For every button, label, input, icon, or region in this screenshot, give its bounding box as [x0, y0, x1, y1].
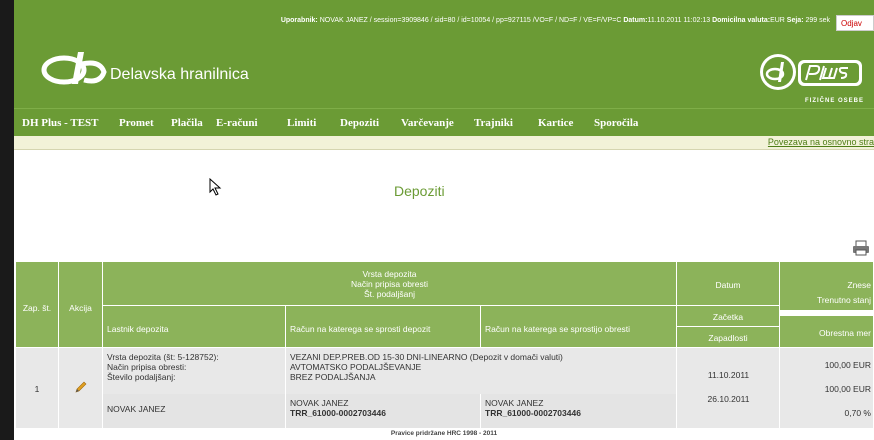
- edit-pencil-icon[interactable]: [74, 380, 88, 394]
- row-values: VEZANI DEP.PREB.OD 15-30 DNI-LINEARNO (D…: [286, 348, 677, 394]
- label-stevilo: Število podaljšanj:: [107, 372, 176, 382]
- col-header-akcija: Akcija: [59, 262, 103, 348]
- nav-item-sporocila[interactable]: Sporočila: [594, 117, 638, 129]
- nav-item-trajniki[interactable]: Trajniki: [474, 117, 513, 129]
- znesek-value: 100,00 EUR: [824, 360, 871, 370]
- label-nacin: Način pripisa obresti:: [107, 362, 187, 372]
- value-vrsta: VEZANI DEP.PREB.OD 15-30 DNI-LINEARNO (D…: [290, 352, 563, 362]
- bank-name: Delavska hranilnica: [110, 66, 249, 83]
- mera-value: 0,70 %: [844, 408, 871, 418]
- value-stevilo: BREZ PODALJŠANJA: [290, 372, 376, 382]
- nav-item-varcevanje[interactable]: Varčevanje: [401, 117, 454, 129]
- bank-logo-icon[interactable]: [38, 50, 108, 86]
- nav-item-limiti[interactable]: Limiti: [287, 117, 316, 129]
- value-nacin: AVTOMATSKO PODALJŠEVANJE: [290, 362, 422, 372]
- col-header-mera: Obrestna mer: [780, 316, 874, 348]
- row-racun-obresti: NOVAK JANEZ TRR_61000-0002703446: [481, 394, 677, 428]
- col-header-zap: Zap. št.: [16, 262, 59, 348]
- dh-plus-logo-icon: [760, 54, 862, 90]
- nav-item-kartice[interactable]: Kartice: [538, 117, 573, 129]
- currency-label: Domicilna valuta:: [712, 17, 771, 24]
- col-header-zacetka: Začetka: [677, 306, 780, 327]
- session-info: Uporabnik: NOVAK JANEZ / session=3909846…: [281, 17, 830, 24]
- user-value: NOVAK JANEZ / session=3909846 / sid=80 /…: [317, 17, 624, 24]
- datum-zacetka: 11.10.2011: [707, 370, 750, 380]
- row-racun-depozit: NOVAK JANEZ TRR_61000-0002703446: [286, 394, 481, 428]
- datum-zapadlosti: 26.10.2011: [707, 394, 750, 404]
- main-nav: DH Plus - TEST Promet Plačila E-računi L…: [14, 108, 874, 136]
- plus-subtitle: FIZIČNE OSEBE: [804, 98, 864, 104]
- row-lastnik: NOVAK JANEZ: [103, 394, 286, 428]
- nav-item-e-racuni[interactable]: E-računi: [216, 117, 258, 129]
- col-header-racun-obresti: Račun na katerega se sprostijo obresti: [481, 306, 677, 348]
- user-info-bar: Uporabnik: NOVAK JANEZ / session=3909846…: [14, 14, 874, 31]
- racun-obresti-name: NOVAK JANEZ: [485, 398, 544, 408]
- home-link[interactable]: Povezava na osnovno stra: [768, 137, 874, 147]
- col-header-vrsta: Vrsta depozita Način pripisa obresti Št.…: [103, 262, 677, 306]
- nav-item-dh-plus-test[interactable]: DH Plus - TEST: [22, 117, 99, 129]
- date-label: Datum:: [623, 17, 648, 24]
- nav-item-placila[interactable]: Plačila: [171, 117, 203, 129]
- col-header-zapadlosti: Zapadlosti: [677, 327, 780, 348]
- logout-button[interactable]: Odjav: [836, 15, 874, 31]
- col-header-datum: Datum: [677, 262, 780, 306]
- link-bar: Povezava na osnovno stra: [14, 136, 874, 150]
- col-header-racun-depozit: Račun na katerega se sprosti depozit: [286, 306, 481, 348]
- racun-depozit-name: NOVAK JANEZ: [290, 398, 349, 408]
- browser-page: Uporabnik: NOVAK JANEZ / session=3909846…: [14, 0, 874, 440]
- nav-item-promet[interactable]: Promet: [119, 117, 154, 129]
- row-datum: 11.10.2011 26.10.2011: [677, 348, 780, 428]
- row-akcija: [59, 348, 103, 428]
- session-value: 299 sek: [803, 17, 830, 24]
- row-labels: Vrsta depozita (št: 5-128752): Način pri…: [103, 348, 286, 394]
- row-zap: 1: [16, 348, 59, 428]
- nav-item-depoziti[interactable]: Depoziti: [340, 117, 379, 129]
- col-header-vrsta-line3: Št. podaljšanj: [363, 289, 416, 299]
- printer-icon[interactable]: [852, 240, 870, 256]
- stanje-value: 100,00 EUR: [824, 384, 871, 394]
- row-znesek: 100,00 EUR 100,00 EUR 0,70 %: [780, 348, 874, 428]
- racun-obresti-trr: TRR_61000-0002703446: [485, 408, 581, 418]
- user-label: Uporabnik:: [280, 17, 318, 24]
- mouse-cursor-icon: [209, 178, 222, 196]
- footer-copyright: Pravice pridržane HRC 1998 - 2011: [390, 430, 498, 437]
- session-label: Seja:: [786, 17, 804, 24]
- date-value: 11.10.2011 11:02:13: [647, 17, 713, 24]
- label-vrsta: Vrsta depozita (št: 5-128752):: [107, 352, 219, 362]
- deposits-table: Zap. št. Akcija Vrsta depozita Način pri…: [16, 262, 874, 428]
- header: Uporabnik: NOVAK JANEZ / session=3909846…: [14, 0, 874, 108]
- page-title: Depoziti: [394, 183, 445, 199]
- col-header-vrsta-line1: Vrsta depozita: [362, 269, 417, 279]
- col-header-vrsta-line2: Način pripisa obresti: [350, 279, 428, 289]
- col-header-stanje: Trenutno stanj: [780, 289, 874, 311]
- col-header-lastnik: Lastnik depozita: [103, 306, 286, 348]
- racun-depozit-trr: TRR_61000-0002703446: [290, 408, 386, 418]
- currency-value: EUR: [770, 17, 787, 24]
